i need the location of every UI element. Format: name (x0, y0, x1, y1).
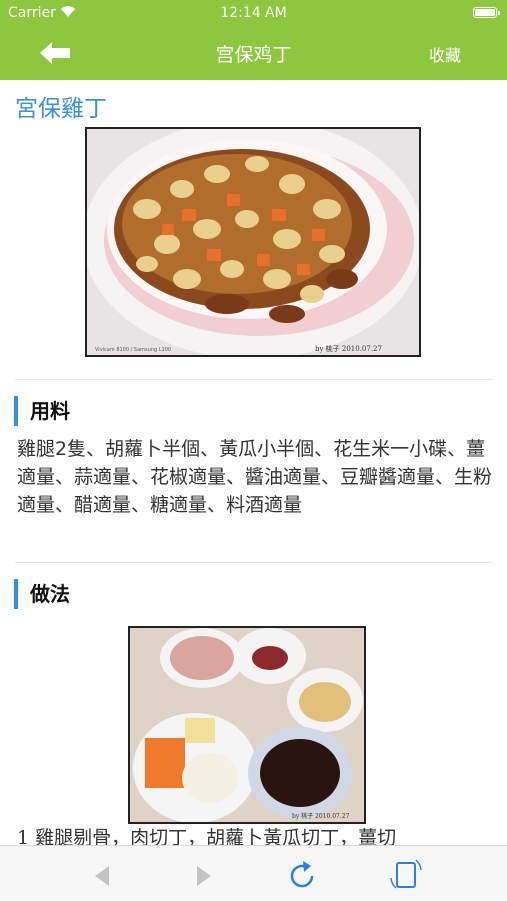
divider (15, 379, 492, 380)
kung-pao-chicken-image: Vivicam 8100 / Samsung L100 by 桃子 2010.0… (87, 129, 419, 355)
ingredients-text: 雞腿2隻、胡蘿卜半個、黃瓜小半個、花生米一小碟、薑適量、蒜適量、花椒適量、醬油適… (17, 438, 493, 516)
hero-caption-right: by 桃子 2010.07.27 (315, 344, 382, 353)
left-triangle-icon[interactable] (80, 846, 124, 901)
method-heading: 做法 (14, 579, 70, 609)
recipe-content[interactable]: 宮保雞丁 Vivicam 8100 / Samsung L100 by 桃子 2… (0, 80, 507, 845)
rotate-device-icon[interactable] (384, 846, 428, 901)
bottom-toolbar (0, 845, 507, 900)
nav-bar: 宫保鸡丁 收藏 (0, 26, 507, 80)
ingredients-heading: 用料 (14, 396, 70, 426)
dish-photo: Vivicam 8100 / Samsung L100 by 桃子 2010.0… (85, 127, 421, 357)
prep-ingredients-image: by 桃子 2010.07.27 (130, 628, 364, 822)
favorite-button[interactable]: 收藏 (429, 42, 461, 66)
divider (15, 562, 492, 563)
status-bar: Carrier 12:14 AM (0, 0, 507, 26)
right-triangle-icon[interactable] (182, 846, 226, 901)
hero-caption-left: Vivicam 8100 / Samsung L100 (95, 347, 171, 353)
step-1-text: 1 雞腿剔骨，肉切丁，胡蘿卜黃瓜切丁，薑切 (17, 827, 397, 845)
method-caption-right: by 桃子 2010.07.27 (292, 812, 350, 820)
method-photo: by 桃子 2010.07.27 (128, 626, 366, 824)
reload-icon[interactable] (281, 846, 325, 901)
battery-icon (473, 7, 500, 18)
status-time: 12:14 AM (220, 5, 287, 21)
recipe-title: 宮保雞丁 (15, 96, 107, 122)
